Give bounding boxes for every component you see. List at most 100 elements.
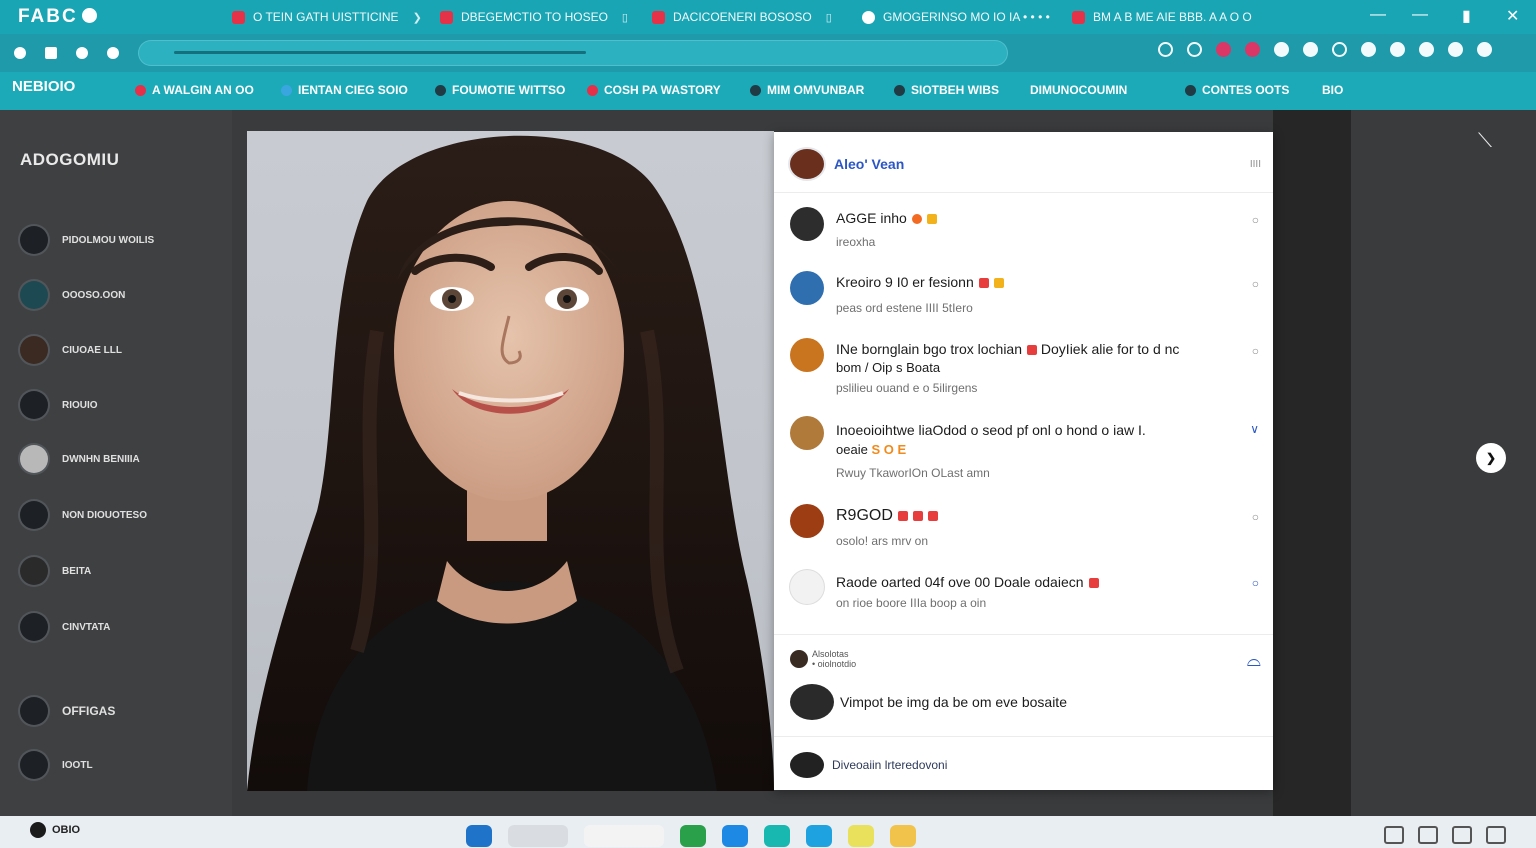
tray-icon[interactable] xyxy=(1418,826,1438,844)
tab-2[interactable]: DBEGEMCTIO TO HOSEO ▯ xyxy=(440,5,628,29)
chevron-right-icon[interactable]: ❯ xyxy=(1476,443,1506,473)
bookmark-icon xyxy=(281,84,292,96)
sidebar-item[interactable]: CIUOAE LLL xyxy=(20,336,122,364)
close-icon[interactable]: ⟍ xyxy=(1478,130,1492,153)
app-icon[interactable] xyxy=(806,825,832,847)
list-item[interactable]: Raode oarted 04f ove 00 Doale odaiecn on… xyxy=(790,570,1259,620)
post-photo[interactable] xyxy=(247,131,774,791)
divider xyxy=(774,634,1273,635)
extension-icon[interactable] xyxy=(1390,42,1405,57)
app-icon[interactable] xyxy=(890,825,916,847)
bookmark-item[interactable]: CONTES OOTS xyxy=(1185,83,1289,97)
badge-icon xyxy=(927,511,938,521)
panel-header: Aleo' Vean IIII xyxy=(790,149,1261,179)
status-dot-icon[interactable]: ○ xyxy=(1252,213,1259,227)
list-item[interactable]: Kreoiro 9 I0 er fesionn peas ord estene … xyxy=(790,271,1259,321)
sidebar-item[interactable]: BEITA xyxy=(20,557,91,585)
bookmarks-logo[interactable]: NEBIOIO xyxy=(12,78,75,95)
chevron-down-icon[interactable]: ∨ xyxy=(1250,422,1259,436)
maximize-button[interactable]: ▮ xyxy=(1462,6,1471,26)
tab-favicon-icon xyxy=(862,10,875,24)
tab-1[interactable]: O TEIN GATH UISTTICINE ❯ xyxy=(232,5,422,29)
bookmark-item[interactable]: A WALGIN AN OO xyxy=(135,83,254,97)
extension-icon[interactable] xyxy=(1158,42,1173,57)
list-item[interactable]: INe bornglain bgo trox lochian DoyIiek a… xyxy=(790,338,1259,398)
tab-favicon-icon xyxy=(1072,10,1085,24)
sidebar-item[interactable]: DWNHN BENIIIA xyxy=(20,445,140,473)
browser-brand: FABC xyxy=(18,6,97,28)
brand-dot-icon xyxy=(81,8,97,23)
sidebar: ADOGOMIU PIDOLMOU WOILIS OOOSO.OON CIUOA… xyxy=(0,110,232,816)
badge-icon xyxy=(993,278,1004,288)
restore-button[interactable]: — xyxy=(1412,6,1428,24)
app-icon[interactable] xyxy=(466,825,492,847)
sidebar-item[interactable]: OOOSO.OON xyxy=(20,281,125,309)
minimize-button[interactable]: — xyxy=(1370,6,1386,24)
bookmark-item[interactable]: MIM OMVUNBAR xyxy=(750,83,864,97)
list-item[interactable]: AGGE inho ireoxha ○ xyxy=(790,207,1259,257)
extension-icon[interactable] xyxy=(1216,42,1231,57)
bookmark-item[interactable]: SIOTBEH WIBS xyxy=(894,83,999,97)
tray-icon[interactable] xyxy=(1486,826,1506,844)
reload-icon[interactable] xyxy=(76,47,88,59)
app-icon[interactable] xyxy=(764,825,790,847)
extension-icon[interactable] xyxy=(1303,42,1318,57)
sidebar-item[interactable]: NON DIOUOTESO xyxy=(20,501,147,529)
app-icon[interactable] xyxy=(584,825,664,847)
avatar xyxy=(20,281,48,309)
sidebar-item[interactable]: OFFIGAS xyxy=(20,697,115,725)
home-icon[interactable] xyxy=(107,47,119,59)
tray-icon[interactable] xyxy=(1452,826,1472,844)
reply-input[interactable]: Diveoaiin lrteredovoni xyxy=(790,752,947,778)
extension-icon[interactable] xyxy=(1187,42,1202,57)
badge-icon xyxy=(897,511,908,521)
sidebar-item[interactable]: RIOUIO xyxy=(20,391,98,419)
extension-icon[interactable] xyxy=(1274,42,1289,57)
list-item[interactable]: Inoeoioihtwe liaOdod o seod pf onl o hon… xyxy=(790,416,1259,482)
status-dot-icon[interactable]: ○ xyxy=(1252,576,1259,590)
more-options-icon[interactable]: IIII xyxy=(1250,159,1261,170)
status-dot-icon[interactable]: ○ xyxy=(1252,344,1259,358)
extension-icon[interactable] xyxy=(1419,42,1434,57)
bookmark-item[interactable]: DIMUNOCOUMIN xyxy=(1030,83,1127,97)
extension-icon[interactable] xyxy=(1332,42,1347,57)
forward-icon[interactable] xyxy=(45,47,57,59)
profile-avatar[interactable] xyxy=(1477,42,1492,57)
url-input[interactable] xyxy=(138,40,1008,66)
bookmark-item[interactable]: COSH PA WASTORY xyxy=(587,83,721,97)
bookmark-item[interactable]: BIO xyxy=(1322,83,1343,97)
tab-close-icon[interactable]: ▯ xyxy=(826,11,832,24)
start-button[interactable]: OBIO xyxy=(30,822,80,838)
header-username[interactable]: Aleo' Vean xyxy=(834,156,904,172)
share-icon[interactable]: ⌓ xyxy=(1247,650,1261,671)
bookmark-icon xyxy=(1185,84,1196,96)
tab-3[interactable]: DACICOENERI BOSOSO ▯ xyxy=(652,5,832,29)
comment-author[interactable]: Alsolotas • oiolnotdio xyxy=(790,649,856,669)
background-backdrop xyxy=(1273,110,1351,816)
tab-5[interactable]: BM A B ME AIE BBB. A A O O xyxy=(1072,5,1252,29)
avatar xyxy=(790,752,824,778)
app-icon[interactable] xyxy=(508,825,568,847)
extension-icon[interactable] xyxy=(1361,42,1376,57)
sidebar-item[interactable]: CINVTATA xyxy=(20,613,110,641)
sidebar-item[interactable]: IOOTL xyxy=(20,751,93,779)
sidebar-item[interactable]: PIDOLMOU WOILIS xyxy=(20,226,154,254)
bookmark-item[interactable]: IENTAN CIEG SOIO xyxy=(281,83,408,97)
app-icon[interactable] xyxy=(680,825,706,847)
bookmark-item[interactable]: FOUMOTIE WITTSO xyxy=(435,83,565,97)
window-close-button[interactable]: ✕ xyxy=(1506,6,1519,26)
avatar xyxy=(20,226,48,254)
tab-close-icon[interactable]: ▯ xyxy=(622,11,628,24)
status-dot-icon[interactable]: ○ xyxy=(1252,277,1259,291)
list-item[interactable]: R9GOD osolo! ars mrv on ○ xyxy=(790,504,1259,554)
app-icon[interactable] xyxy=(722,825,748,847)
app-icon[interactable] xyxy=(848,825,874,847)
tab-4[interactable]: GMOGERINSO MO IO IA • • • • xyxy=(862,5,1050,29)
back-icon[interactable] xyxy=(14,47,26,59)
avatar[interactable] xyxy=(790,149,824,179)
tab-close-icon[interactable]: ❯ xyxy=(413,11,422,24)
extension-icon[interactable] xyxy=(1245,42,1260,57)
status-dot-icon[interactable]: ○ xyxy=(1252,510,1259,524)
extension-icon[interactable] xyxy=(1448,42,1463,57)
tray-icon[interactable] xyxy=(1384,826,1404,844)
